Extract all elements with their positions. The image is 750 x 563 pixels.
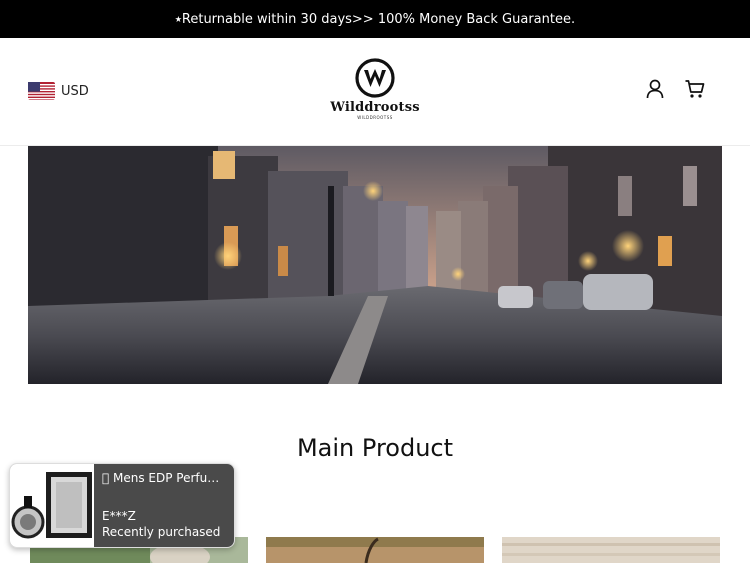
product-image xyxy=(266,537,484,563)
currency-code: USD xyxy=(61,83,89,99)
recent-purchase-popup[interactable]:   Mens EDP Perfum... E***Z Recently purc… xyxy=(9,463,235,548)
logo-subtitle: WILDDROOTSS xyxy=(357,115,393,120)
w-logo-icon xyxy=(355,58,395,98)
us-flag-icon xyxy=(28,82,55,100)
perfume-bottle-icon xyxy=(10,464,94,547)
cart-icon[interactable] xyxy=(684,78,706,100)
product-image xyxy=(502,537,720,563)
currency-selector[interactable]: USD xyxy=(28,82,89,100)
section-title: Main Product xyxy=(296,434,454,462)
header-actions xyxy=(644,78,706,100)
popup-text:   Mens EDP Perfum... E***Z Recently purc… xyxy=(102,470,230,540)
popup-buyer: E***Z xyxy=(102,509,136,523)
popup-status: Recently purchased xyxy=(102,525,221,539)
hero-image xyxy=(28,146,722,384)
popup-product-image xyxy=(10,464,94,547)
announcement-bar: ⭑Returnable within 30 days>> 100% Money … xyxy=(0,0,750,38)
logo-name: Wilddrootss xyxy=(330,100,420,115)
hero-banner[interactable] xyxy=(28,146,722,384)
product-card[interactable] xyxy=(502,537,720,563)
announcement-text: ⭑Returnable within 30 days>> 100% Money … xyxy=(174,11,576,27)
popup-product-title[interactable]:   Mens EDP Perfum... xyxy=(102,470,230,486)
product-card[interactable] xyxy=(266,537,484,563)
site-header: USD Wilddrootss WILDDROOTSS xyxy=(0,38,750,146)
site-logo[interactable]: Wilddrootss WILDDROOTSS xyxy=(329,58,421,128)
account-icon[interactable] xyxy=(644,78,666,100)
